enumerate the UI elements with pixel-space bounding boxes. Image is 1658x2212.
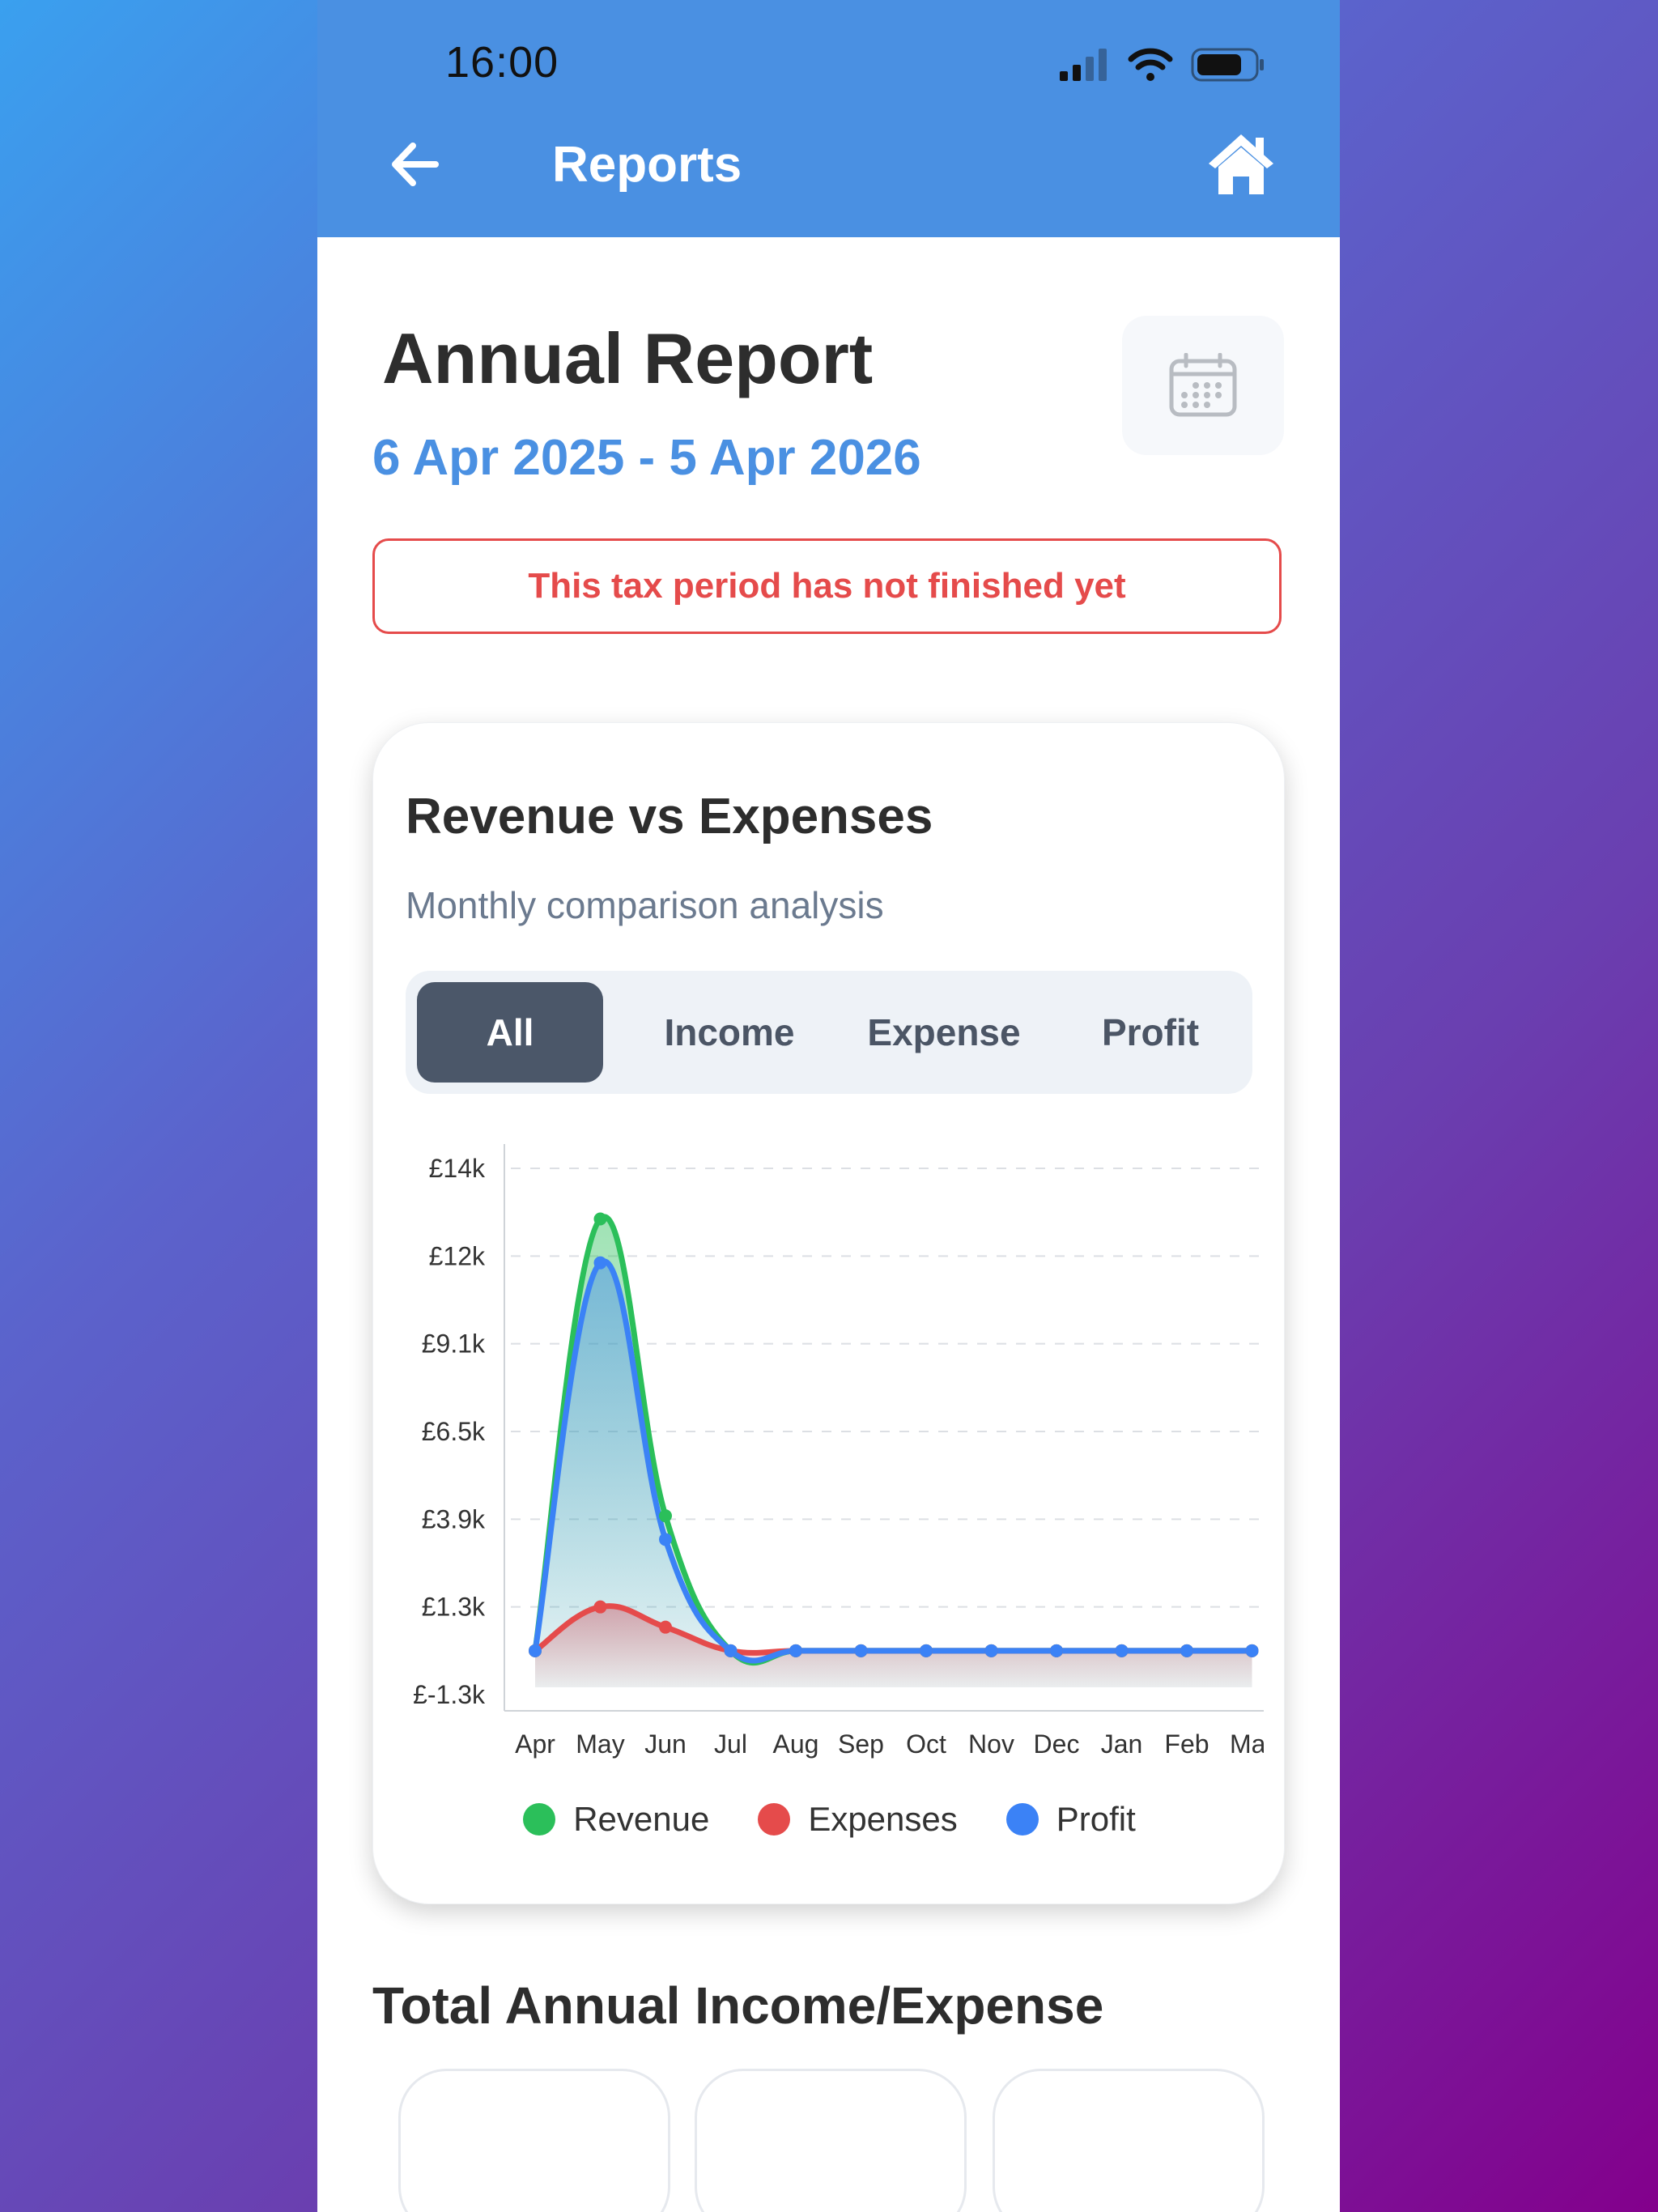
- y-tick-label: £9.1k: [422, 1329, 486, 1359]
- tab-profit[interactable]: Profit: [1061, 982, 1239, 1083]
- section-title: Total Annual Income/Expense: [372, 1976, 1104, 2035]
- data-point-profit: [1050, 1644, 1063, 1657]
- wifi-icon: [1128, 48, 1173, 81]
- signal-icon: [1060, 49, 1107, 81]
- calendar-button[interactable]: [1122, 316, 1284, 455]
- data-point-profit: [984, 1644, 998, 1657]
- card-subtitle: Monthly comparison analysis: [406, 884, 884, 926]
- filter-tabs: All Income Expense Profit: [406, 971, 1252, 1094]
- x-tick-label: Apr: [515, 1729, 555, 1759]
- tab-income[interactable]: Income: [632, 982, 827, 1083]
- data-point-revenue: [593, 1212, 607, 1226]
- data-point-profit: [529, 1644, 542, 1657]
- revenue-expenses-card: Revenue vs Expenses Monthly comparison a…: [372, 722, 1285, 1904]
- data-point-profit: [724, 1644, 738, 1657]
- legend-label-profit: Profit: [1056, 1800, 1136, 1838]
- legend-dot-revenue: [523, 1803, 556, 1836]
- tab-all[interactable]: All: [417, 982, 603, 1083]
- legend-revenue[interactable]: Revenue: [523, 1800, 709, 1839]
- data-point-profit: [789, 1644, 802, 1657]
- calendar-icon: [1169, 353, 1237, 417]
- data-point-expenses: [659, 1620, 672, 1634]
- x-tick-label: Aug: [773, 1729, 819, 1759]
- data-point-profit: [920, 1644, 933, 1657]
- x-tick-label: May: [576, 1729, 624, 1759]
- data-point-profit: [1245, 1644, 1259, 1657]
- x-tick-label: Oct: [906, 1729, 946, 1759]
- x-tick-label: Nov: [968, 1729, 1014, 1759]
- tab-expense[interactable]: Expense: [843, 982, 1045, 1083]
- x-tick-label: Sep: [838, 1729, 884, 1759]
- data-point-profit: [1115, 1644, 1129, 1657]
- revenue-expenses-chart: £14k £12k £9.1k £6.5k £3.9k £1.3k £-1.3k Apr May…: [413, 1144, 1264, 1759]
- x-tick-label: Mar: [1230, 1729, 1264, 1759]
- x-tick-label: Feb: [1164, 1729, 1209, 1759]
- chart-legend: Revenue Expenses Profit: [373, 1800, 1286, 1839]
- legend-expenses[interactable]: Expenses: [758, 1800, 958, 1839]
- stat-card-expense[interactable]: [695, 2069, 967, 2212]
- series-area-profit: [535, 1261, 1252, 1687]
- stat-card-income[interactable]: [398, 2069, 670, 2212]
- legend-dot-profit: [1005, 1803, 1039, 1836]
- card-title: Revenue vs Expenses: [406, 789, 933, 844]
- data-point-expenses: [593, 1600, 607, 1614]
- legend-profit[interactable]: Profit: [1005, 1800, 1136, 1839]
- home-icon[interactable]: [1205, 131, 1277, 196]
- report-period: 6 Apr 2025 - 5 Apr 2026: [372, 430, 921, 486]
- data-point-profit: [1180, 1644, 1193, 1657]
- legend-label-revenue: Revenue: [573, 1800, 710, 1838]
- y-tick-label: £-1.3k: [413, 1680, 486, 1709]
- app-bar: 16:00 Reports: [317, 0, 1340, 237]
- data-point-profit: [593, 1256, 607, 1270]
- data-point-profit: [854, 1644, 868, 1657]
- y-tick-label: £1.3k: [422, 1593, 486, 1622]
- stat-card-profit[interactable]: [993, 2069, 1265, 2212]
- x-tick-label: Dec: [1034, 1729, 1080, 1759]
- nav-title: Reports: [552, 137, 742, 193]
- x-tick-label: Jun: [644, 1729, 687, 1759]
- report-title: Annual Report: [382, 318, 874, 398]
- x-tick-label: Jan: [1101, 1729, 1143, 1759]
- tax-period-warning: This tax period has not finished yet: [372, 538, 1282, 634]
- legend-dot-expenses: [758, 1803, 791, 1836]
- back-arrow-icon[interactable]: [387, 136, 444, 193]
- y-tick-label: £6.5k: [422, 1417, 486, 1446]
- data-point-revenue: [659, 1509, 672, 1523]
- y-tick-label: £12k: [429, 1241, 486, 1270]
- status-time: 16:00: [445, 38, 559, 87]
- x-tick-label: Jul: [714, 1729, 747, 1759]
- y-tick-label: £3.9k: [422, 1504, 486, 1534]
- legend-label-expenses: Expenses: [808, 1800, 958, 1838]
- y-tick-label: £14k: [429, 1154, 486, 1183]
- battery-icon: [1191, 48, 1264, 82]
- phone-screen: 16:00 Reports Annual Report 6 Apr 2025 -…: [317, 0, 1340, 2212]
- status-icons: [1060, 45, 1265, 84]
- data-point-profit: [659, 1533, 672, 1546]
